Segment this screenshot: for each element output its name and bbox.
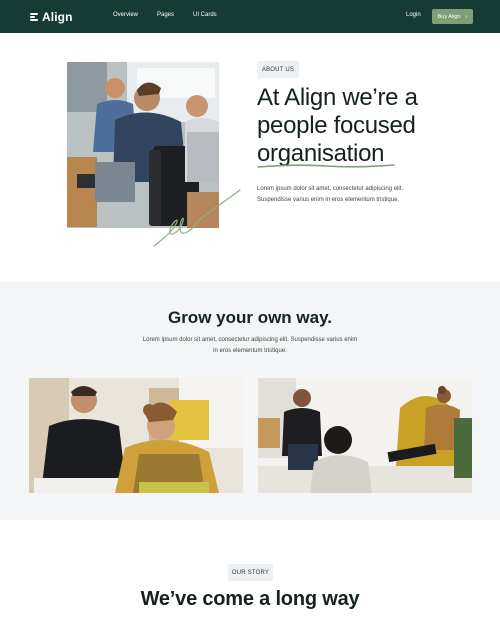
brand-name: Align: [42, 10, 73, 24]
grow-body-text: Lorem ipsum dolor sit amet, consectetur …: [142, 337, 358, 354]
brand-logo[interactable]: Align: [30, 10, 73, 24]
about-heading-line: people focused: [257, 112, 416, 139]
align-logo-icon: [30, 12, 38, 22]
nav-link-ui-cards[interactable]: UI Cards: [193, 12, 217, 18]
nav-link-pages[interactable]: Pages: [157, 12, 174, 18]
about-body-text: Lorem ipsum dolor sit amet, consectetur …: [257, 186, 404, 203]
about-heading-line: At Align we’re a: [257, 84, 418, 111]
buy-align-button[interactable]: Buy Align ›: [432, 9, 473, 24]
nav-link-overview[interactable]: Overview: [113, 12, 138, 18]
chevron-right-icon: ›: [465, 13, 468, 20]
colleagues-laughing-photo: [29, 378, 243, 493]
about-heading: At Align we’re a people focused organisa…: [257, 84, 418, 168]
heading-underline-icon: [257, 164, 395, 168]
signature-scribble-icon: [153, 189, 241, 247]
login-link[interactable]: Login: [406, 12, 421, 18]
our-story-tag: OUR STORY: [228, 564, 273, 581]
grow-heading: Grow your own way.: [167, 308, 333, 327]
story-heading: We’ve come a long way: [140, 588, 360, 610]
about-us-tag: ABOUT US: [257, 61, 299, 78]
buy-align-label: Buy Align: [437, 13, 461, 20]
group-discussion-photo: [258, 378, 472, 493]
top-navbar: Align Overview Pages UI Cards Login Buy …: [0, 0, 500, 33]
